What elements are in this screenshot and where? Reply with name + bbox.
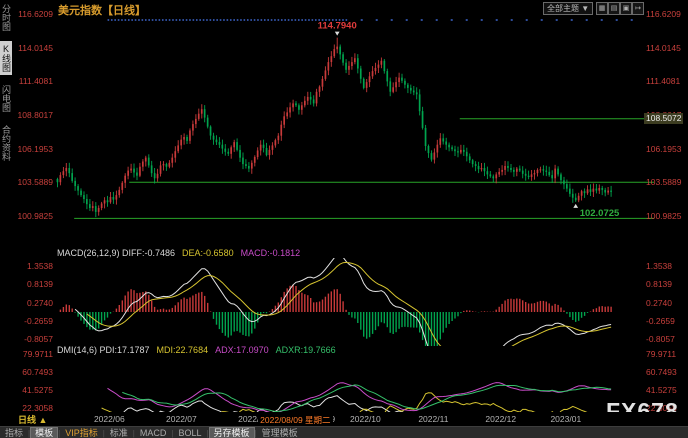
indicator-value: DEA:-0.6580: [182, 248, 234, 258]
price-axis-label: 106.1953: [646, 144, 681, 154]
price-axis-label: 0.8139: [11, 279, 53, 289]
indicator-value: MDI:22.7684: [157, 345, 209, 355]
month-label: 2022/12: [485, 414, 516, 424]
chart-canvas[interactable]: 114.7940 102.0725: [56, 0, 688, 438]
svg-text:102.0725: 102.0725: [580, 208, 620, 219]
indicator-value: MACD:-0.1812: [241, 248, 301, 258]
month-label: 2023/01: [550, 414, 581, 424]
chevron-down-icon: ▼: [581, 4, 589, 13]
sidebar-tab-3[interactable]: 合约资料: [0, 122, 12, 164]
price-axis-label: 100.9825: [646, 211, 681, 221]
chart-title: 美元指数【日线】: [58, 2, 146, 18]
period-selector[interactable]: 日线 ▲: [18, 413, 47, 426]
price-axis-label: 79.9711: [11, 349, 53, 359]
month-label: 2022/06: [94, 414, 125, 424]
trading-app-window: 分时图 K线图闪电图合约资料 美元指数【日线】 全部主题 ▼ ▦▤▣↦ 114.7…: [0, 0, 688, 438]
maximize-icon[interactable]: ▣: [620, 2, 632, 15]
price-level-tag: 108.5072: [644, 113, 683, 124]
price-axis-label: 60.7493: [11, 367, 53, 377]
price-axis-label: 103.5889: [646, 177, 681, 187]
month-label: 2022/11: [418, 414, 448, 424]
toolbar-item-VIP指标[interactable]: VIP指标: [60, 428, 103, 438]
price-axis-label: 108.8017: [11, 110, 53, 120]
period-label: 日线: [18, 415, 36, 425]
toolbar-item-指标[interactable]: 指标: [0, 428, 28, 438]
macd-indicator-header: MACD(26,12,9) DIFF:-0.7486 DEA:-0.6580 MAC…: [57, 248, 307, 259]
price-axis-label: 116.6209: [11, 9, 53, 19]
list-view-icon[interactable]: ▤: [608, 2, 620, 15]
dmi-indicator-header: DMI(14,6) PDI:17.1787 MDI:22.7684 ADX:17.0…: [57, 345, 343, 356]
price-axis-label: -0.2659: [11, 316, 53, 326]
price-axis-label: 1.3538: [11, 261, 53, 271]
toolbar-item-标准[interactable]: 标准: [105, 428, 133, 438]
chart-type-sidebar: 分时图 K线图闪电图合约资料: [0, 1, 13, 164]
price-axis-label: 0.2740: [646, 298, 672, 308]
theme-dropdown[interactable]: 全部主题 ▼: [543, 2, 593, 15]
price-axis-label: 60.7493: [646, 367, 677, 377]
theme-dropdown-label: 全部主题: [547, 4, 579, 13]
indicator-value: ADXR:19.7666: [276, 345, 336, 355]
price-axis-label: -0.8057: [646, 334, 675, 344]
price-axis-label: -0.8057: [11, 334, 53, 344]
price-axis-label: 79.9711: [646, 349, 676, 359]
svg-text:114.7940: 114.7940: [318, 21, 357, 32]
price-axis-label: 111.4081: [11, 76, 53, 86]
toolbar-item-模板[interactable]: 模板: [30, 427, 58, 438]
price-axis-label: 103.5889: [11, 177, 53, 187]
price-axis-label: 0.8139: [646, 279, 672, 289]
price-axis-label: 100.9825: [11, 211, 53, 221]
price-axis-label: 114.0145: [646, 43, 681, 53]
triangle-up-icon: ▲: [39, 415, 48, 425]
price-axis-label: 116.6209: [646, 9, 681, 19]
crosshair-date: 2022/08/09 星期二: [258, 414, 332, 426]
sidebar-tab-1[interactable]: K线图: [0, 41, 12, 75]
indicator-toolbar: 指标|模板|VIP指标|标准|MACD|BOLL|另存模板|管理模板: [0, 426, 688, 438]
price-axis-label: 106.1953: [11, 144, 53, 154]
indicator-value: DMI(14,6) PDI:17.1787: [57, 345, 150, 355]
indicator-value: MACD(26,12,9) DIFF:-0.7486: [57, 248, 175, 258]
indicator-value: ADX:17.0970: [215, 345, 269, 355]
month-label: 2022/07: [166, 414, 197, 424]
sidebar-tab-2[interactable]: 闪电图: [0, 82, 12, 115]
tile-windows-icon[interactable]: ▦: [596, 2, 608, 15]
month-label: 2022/10: [350, 414, 381, 424]
price-axis-label: 0.2740: [11, 298, 53, 308]
toolbar-item-另存模板[interactable]: 另存模板: [209, 427, 255, 438]
price-axis-label: 111.4081: [646, 76, 680, 86]
next-page-icon[interactable]: ↦: [632, 2, 644, 15]
time-axis: 日线 ▲ 2022/062022/072022/082022/092022/10…: [0, 412, 688, 426]
price-axis-label: 41.5275: [11, 385, 53, 395]
price-axis-label: -0.2659: [646, 316, 675, 326]
price-axis-label: 1.3538: [646, 261, 672, 271]
toolbar-item-BOLL[interactable]: BOLL: [173, 428, 206, 438]
toolbar-item-管理模板[interactable]: 管理模板: [257, 428, 303, 438]
price-axis-label: 114.0145: [11, 43, 53, 53]
sidebar-tab-0[interactable]: 分时图: [0, 1, 12, 34]
price-axis-label: 41.5275: [646, 385, 677, 395]
toolbar-item-MACD[interactable]: MACD: [135, 428, 172, 438]
